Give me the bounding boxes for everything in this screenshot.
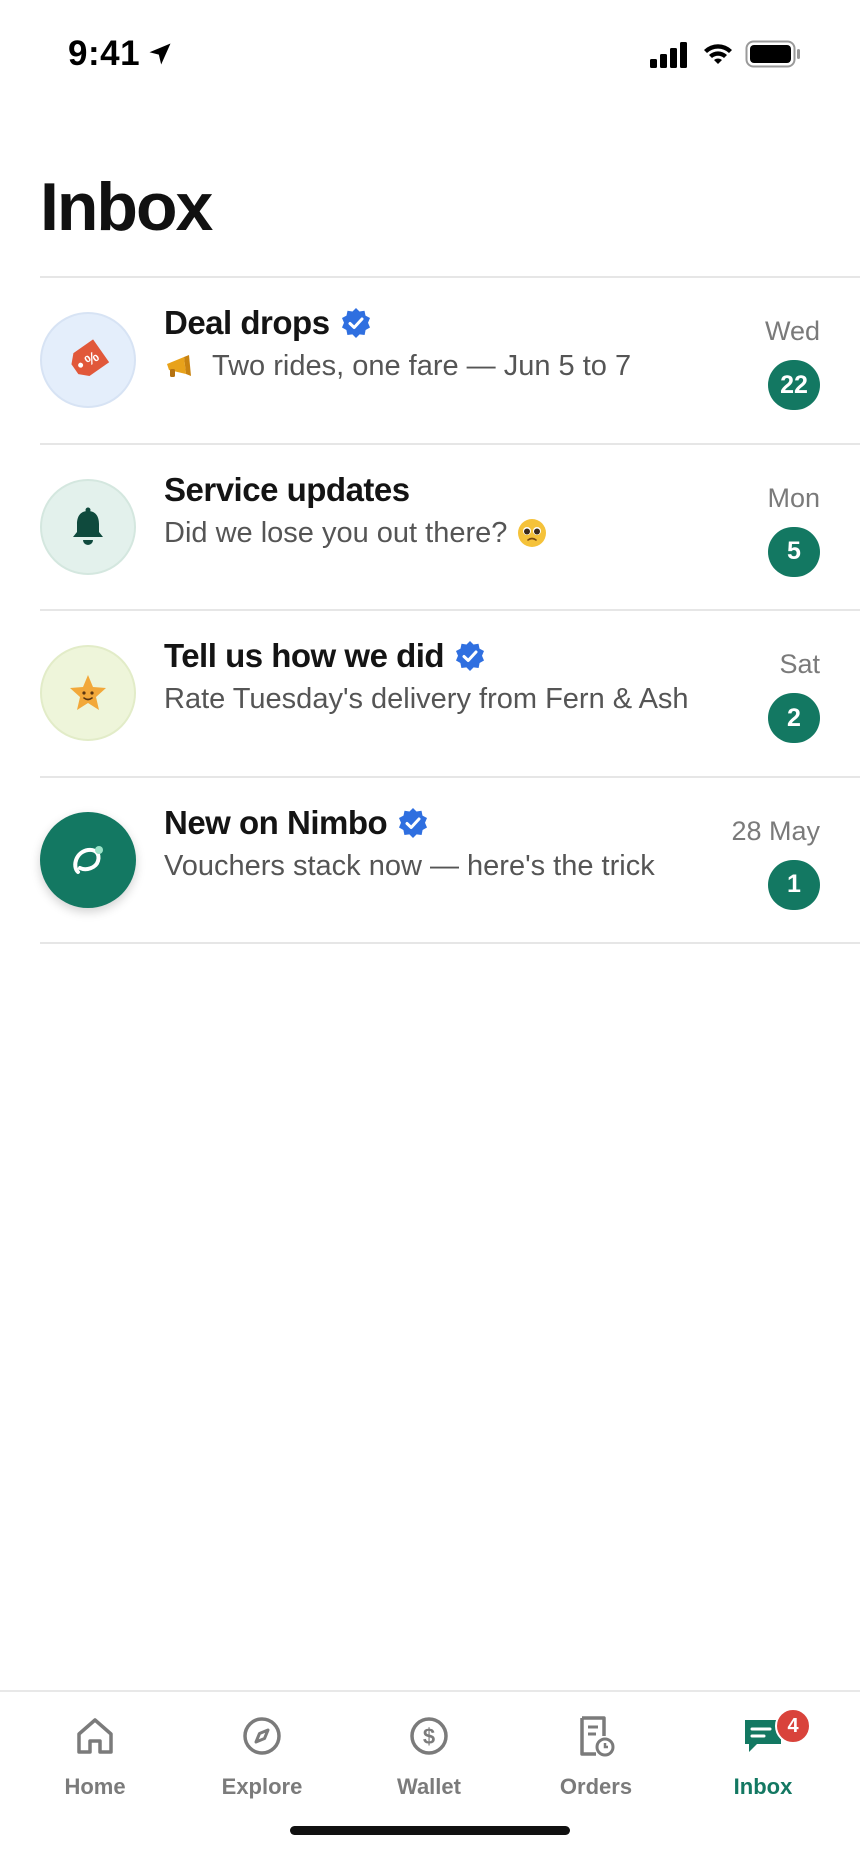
inbox-notification-badge: 4 [775,1708,811,1744]
tab-label: Explore [221,1774,303,1799]
thread-title: Tell us how we did [164,637,445,674]
pleading-face-icon [518,519,547,547]
thread-tell-us-how-we-did[interactable]: Tell us how we did Rate Tuesday's delive… [40,611,860,778]
page-title: Inbox [40,169,213,245]
status-bar: 9:41 [0,0,860,110]
thread-title: Deal drops [164,304,330,341]
tab-label: Wallet [397,1774,461,1799]
svg-text:$: $ [423,1724,435,1749]
verified-badge-icon [456,641,485,671]
tab-home[interactable]: Home [35,1712,155,1822]
price-tag-icon: % [71,339,110,377]
thread-preview: Rate Tuesday's delivery from Fern & Ash [164,683,689,715]
thread-title: New on Nimbo [164,803,388,841]
thread-preview: Did we lose you out there? [164,516,508,549]
unread-count-badge: 1 [768,859,820,910]
thread-avatar [40,645,136,741]
battery-icon [745,40,800,68]
unread-count-badge: 5 [768,526,820,577]
tab-label: Home [64,1774,126,1799]
tab-inbox[interactable]: 4 Inbox [703,1708,823,1822]
thread-date: Sat [779,649,820,679]
unread-count-badge: 2 [768,693,820,743]
thread-avatar [40,811,136,908]
dollar-circle-icon: $ [410,1717,448,1755]
tab-label: Orders [559,1774,633,1799]
smiling-star-icon [70,675,106,710]
receipt-clock-icon [580,1716,615,1757]
tab-orders[interactable]: Orders [536,1712,656,1822]
thread-avatar: % [40,312,136,408]
thread-avatar [40,478,136,575]
tab-bar: Home Explore $ Wallet Orders 4 Inbox [0,1690,860,1864]
nimbo-logo-icon [73,845,103,874]
home-icon [77,1718,113,1754]
status-time: 9:41 [68,34,141,73]
cellular-signal-icon [650,42,687,68]
thread-list: % Deal drops Two rides, one fare — Jun 5… [40,276,860,944]
tab-explore[interactable]: Explore [202,1712,322,1822]
wifi-icon [704,44,732,64]
verified-badge-icon [341,308,370,338]
unread-count-badge: 22 [768,360,820,410]
verified-badge-icon [399,807,428,838]
tab-wallet[interactable]: $ Wallet [369,1712,489,1822]
location-arrow-icon [149,43,171,65]
thread-preview: Vouchers stack now — here's the trick [164,849,655,882]
thread-date: Mon [767,482,820,513]
thread-preview: Two rides, one fare — Jun 5 to 7 [212,350,632,382]
thread-title: Service updates [164,470,410,508]
thread-service-updates[interactable]: Service updates Did we lose you out ther… [40,445,860,611]
bell-icon [73,507,103,545]
thread-deal-drops[interactable]: % Deal drops Two rides, one fare — Jun 5… [40,278,860,445]
compass-icon [243,1717,281,1755]
megaphone-icon [167,354,191,377]
thread-date: Wed [764,316,820,346]
thread-new-on-nimbo[interactable]: New on Nimbo Vouchers stack now — here's… [40,778,860,944]
home-indicator [290,1826,570,1835]
thread-date: 28 May [731,815,820,846]
tab-label: Inbox [733,1774,793,1799]
